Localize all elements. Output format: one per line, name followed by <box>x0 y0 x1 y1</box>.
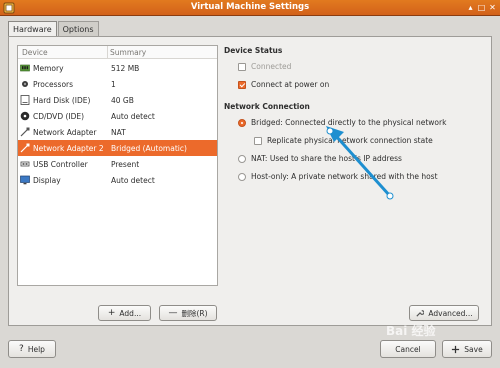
device-status-heading: Device Status <box>224 46 283 55</box>
tab-bar: Hardware Options <box>8 21 100 38</box>
device-name: Display <box>33 175 61 185</box>
device-name: Network Adapter <box>33 127 97 137</box>
device-name: Network Adapter 2 <box>33 143 104 153</box>
connect-at-power-on-checkbox[interactable] <box>238 80 246 89</box>
nat-label: NAT: Used to share the host's IP address <box>251 154 402 163</box>
host-only-radio[interactable] <box>238 172 246 181</box>
connected-label: Connected <box>251 62 292 71</box>
remove-device-button[interactable]: — 删除(R) <box>159 305 217 321</box>
advanced-button-label: Advanced... <box>428 308 473 318</box>
host-only-label: Host-only: A private network shared with… <box>251 172 438 181</box>
device-list: Device Summary Memory 512 MB Processors … <box>17 45 218 286</box>
device-row-memory[interactable]: Memory 512 MB <box>18 60 217 76</box>
nat-radio-row[interactable]: NAT: Used to share the host's IP address <box>238 154 402 163</box>
device-summary: 1 <box>111 79 116 89</box>
replicate-checkbox-row[interactable]: Replicate physical network connection st… <box>254 136 433 145</box>
replicate-checkbox[interactable] <box>254 136 262 145</box>
usb-icon <box>20 161 30 167</box>
hard-disk-icon <box>20 95 30 105</box>
maximize-icon[interactable]: □ <box>476 2 487 13</box>
close-icon[interactable]: ✕ <box>487 2 498 13</box>
up-arrow-icon[interactable]: ▴ <box>465 2 476 13</box>
display-icon <box>20 175 30 185</box>
minus-icon: — <box>168 308 178 318</box>
network-adapter-icon <box>20 143 30 153</box>
help-button-label: Help <box>27 344 45 354</box>
device-row-network-adapter[interactable]: Network Adapter NAT <box>18 124 217 140</box>
device-row-processors[interactable]: Processors 1 <box>18 76 217 92</box>
tab-options[interactable]: Options <box>57 21 99 37</box>
processor-icon <box>22 81 28 87</box>
device-row-network-adapter-2[interactable]: Network Adapter 2 Bridged (Automatic) <box>18 140 217 156</box>
advanced-button[interactable]: Advanced... <box>409 305 479 321</box>
device-row-hard-disk[interactable]: Hard Disk (IDE) 40 GB <box>18 92 217 108</box>
device-row-cd-dvd[interactable]: CD/DVD (IDE) Auto detect <box>18 108 217 124</box>
column-header-device[interactable]: Device <box>18 46 108 58</box>
device-name: Memory <box>33 63 64 73</box>
device-summary: Auto detect <box>111 175 155 185</box>
add-device-button[interactable]: + Add... <box>98 305 151 321</box>
save-button-label: Save <box>464 344 483 354</box>
window-title: Virtual Machine Settings <box>190 2 310 12</box>
device-rows: Memory 512 MB Processors 1 Hard Disk (ID… <box>18 60 217 188</box>
title-bar: Virtual Machine Settings ▴ □ ✕ <box>0 0 500 16</box>
device-name: Processors <box>33 79 74 89</box>
save-icon <box>452 345 460 353</box>
wrench-icon <box>416 309 425 317</box>
plus-icon: + <box>107 308 116 318</box>
network-connection-heading: Network Connection <box>224 102 310 111</box>
device-summary: Auto detect <box>111 111 155 121</box>
device-row-display[interactable]: Display Auto detect <box>18 172 217 188</box>
list-header: Device Summary <box>18 46 217 59</box>
connect-at-power-on-row[interactable]: Connect at power on <box>238 80 329 89</box>
column-header-summary[interactable]: Summary <box>108 46 146 58</box>
save-button[interactable]: Save <box>442 340 492 358</box>
help-icon: ? <box>19 344 24 354</box>
hardware-panel: Device Summary Memory 512 MB Processors … <box>8 36 492 326</box>
cancel-button-label: Cancel <box>395 344 421 354</box>
connected-checkbox[interactable] <box>238 62 246 71</box>
bridged-label: Bridged: Connected directly to the physi… <box>251 118 447 127</box>
bridged-radio-row[interactable]: Bridged: Connected directly to the physi… <box>238 118 446 127</box>
device-name: Hard Disk (IDE) <box>33 95 91 105</box>
nat-radio[interactable] <box>238 154 246 163</box>
connected-checkbox-row[interactable]: Connected <box>238 62 291 71</box>
network-adapter-icon <box>20 127 30 137</box>
cd-dvd-icon <box>20 111 30 121</box>
connect-at-power-on-label: Connect at power on <box>251 80 330 89</box>
add-button-label: Add... <box>119 308 142 318</box>
device-summary: 512 MB <box>111 63 140 73</box>
replicate-label: Replicate physical network connection st… <box>267 136 433 145</box>
device-name: USB Controller <box>33 159 88 169</box>
device-name: CD/DVD (IDE) <box>33 111 85 121</box>
device-summary: Present <box>111 159 140 169</box>
help-button[interactable]: ? Help <box>8 340 56 358</box>
cancel-button[interactable]: Cancel <box>380 340 436 358</box>
device-summary: NAT <box>111 127 126 137</box>
device-summary: 40 GB <box>111 95 134 105</box>
memory-icon <box>20 64 30 72</box>
host-only-radio-row[interactable]: Host-only: A private network shared with… <box>238 172 438 181</box>
device-summary: Bridged (Automatic) <box>111 143 187 153</box>
device-row-usb-controller[interactable]: USB Controller Present <box>18 156 217 172</box>
bridged-radio[interactable] <box>238 118 246 127</box>
remove-button-label: 删除(R) <box>181 308 208 318</box>
